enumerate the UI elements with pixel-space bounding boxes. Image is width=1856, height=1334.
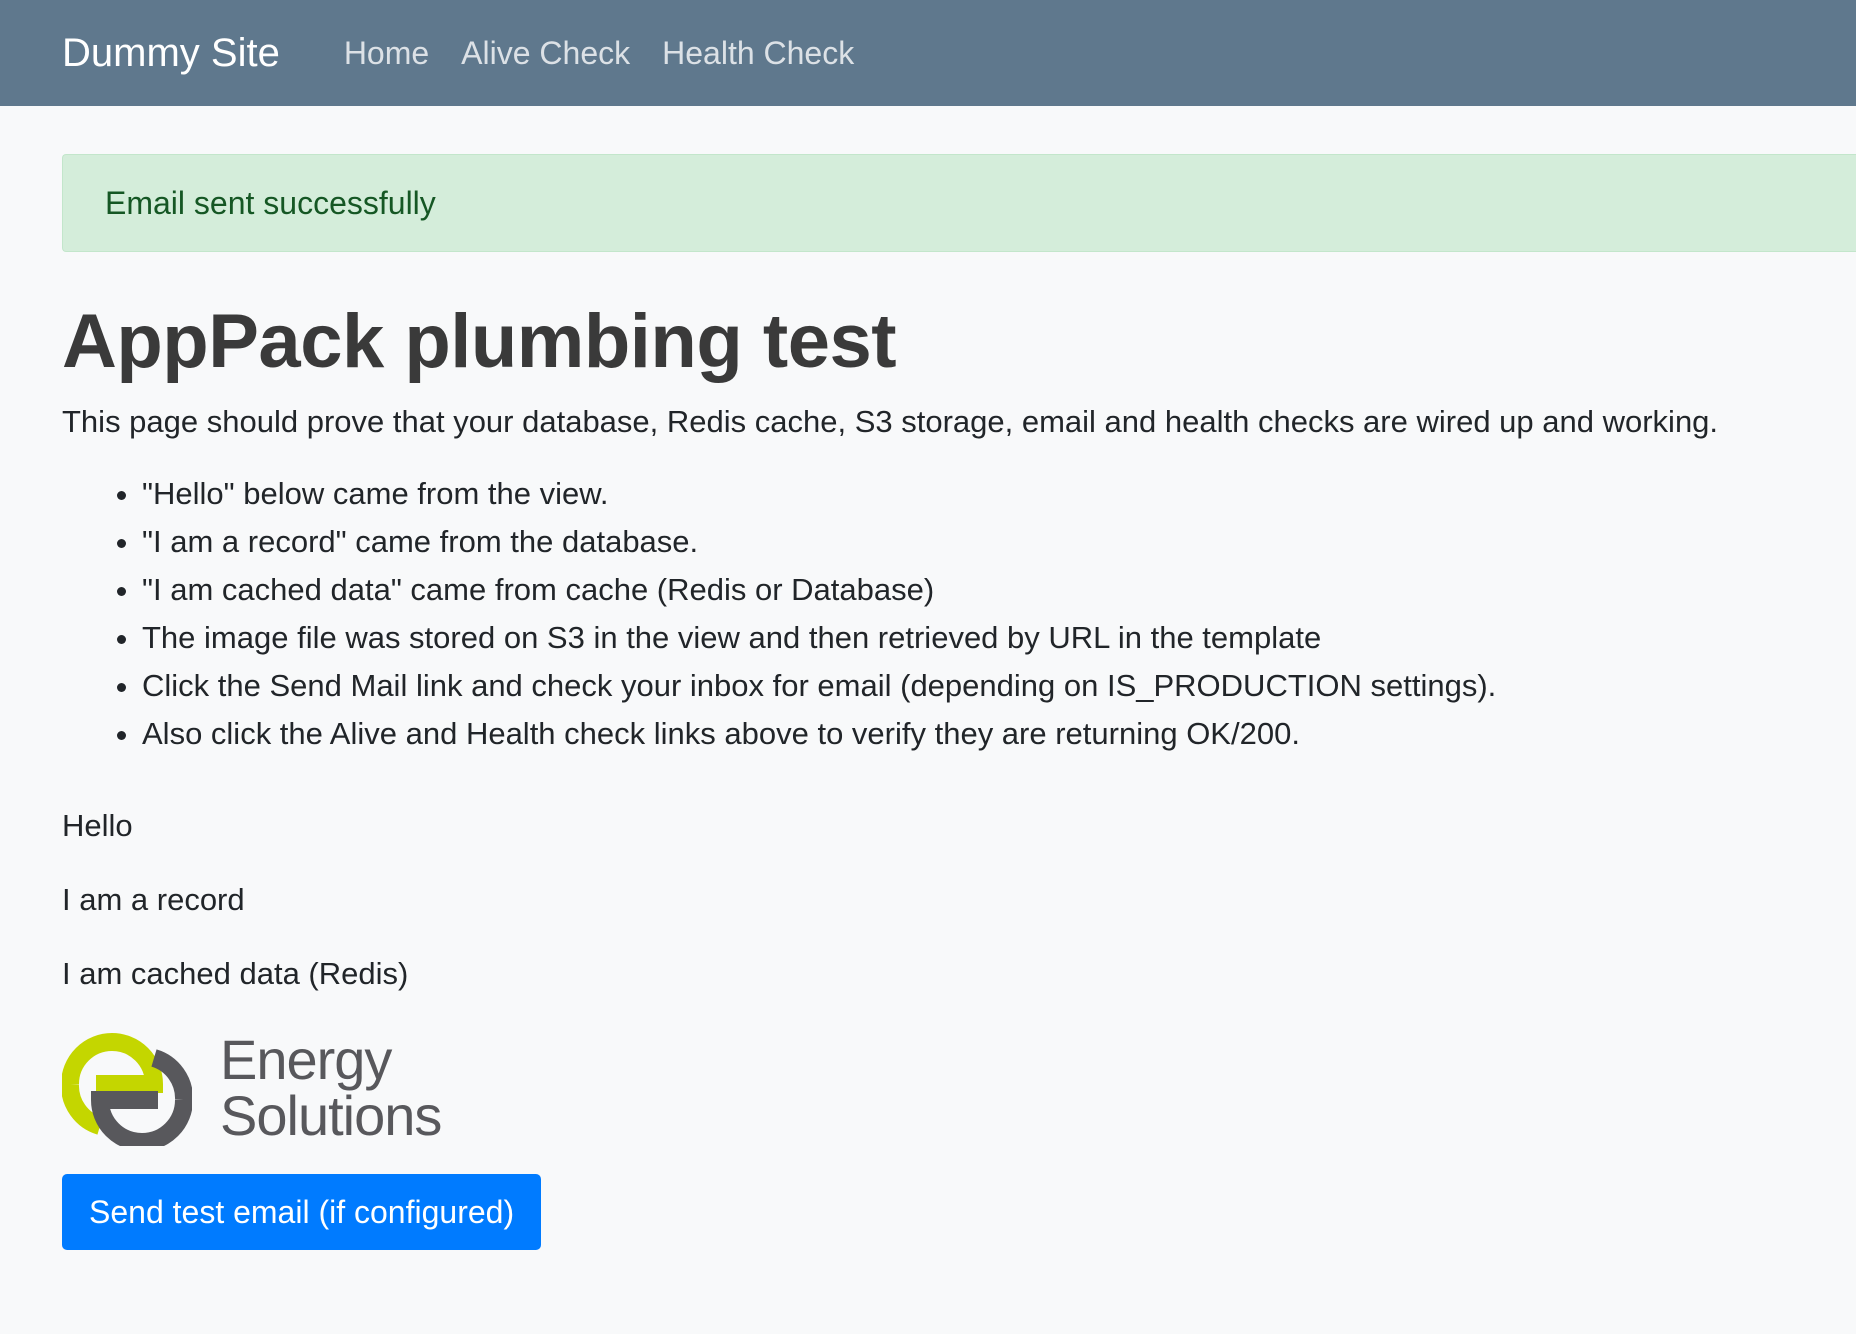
brand-link[interactable]: Dummy Site [62,31,280,76]
record-text: I am a record [62,881,245,917]
logo-wordmark: Energy Solutions [220,1027,442,1147]
lead-text: This page should prove that your databas… [62,403,1719,439]
nav-link-home[interactable]: Home [344,35,429,72]
send-test-email-button[interactable]: Send test email (if configured) [62,1173,542,1250]
list-item: Click the Send Mail link and check your … [142,662,1794,710]
logo-line-1: Energy [220,1027,392,1091]
main-container: Email sent successfully AppPack plumbing… [0,106,1856,1250]
list-item: "I am a record" came from the database. [142,518,1794,566]
page-title: AppPack plumbing test [62,299,897,384]
list-item: Also click the Alive and Health check li… [142,710,1794,758]
navbar: Dummy Site Home Alive Check Health Check [0,0,1856,106]
list-item: "Hello" below came from the view. [142,470,1794,518]
nav-link-health-check[interactable]: Health Check [662,35,854,72]
logo-line-2: Solutions [220,1083,442,1147]
logo-mark-icon [62,1032,192,1146]
nav-link-alive-check[interactable]: Alive Check [461,35,630,72]
nav-links: Home Alive Check Health Check [344,35,854,72]
energy-solutions-logo: Energy Solutions [62,1030,1794,1146]
success-alert: Email sent successfully [62,154,1856,252]
list-item: "I am cached data" came from cache (Redi… [142,566,1794,614]
list-item: The image file was stored on S3 in the v… [142,614,1794,662]
notes-list: "Hello" below came from the view. "I am … [62,470,1794,758]
hello-text: Hello [62,807,133,843]
alert-message: Email sent successfully [105,184,436,221]
cached-text: I am cached data (Redis) [62,955,409,991]
